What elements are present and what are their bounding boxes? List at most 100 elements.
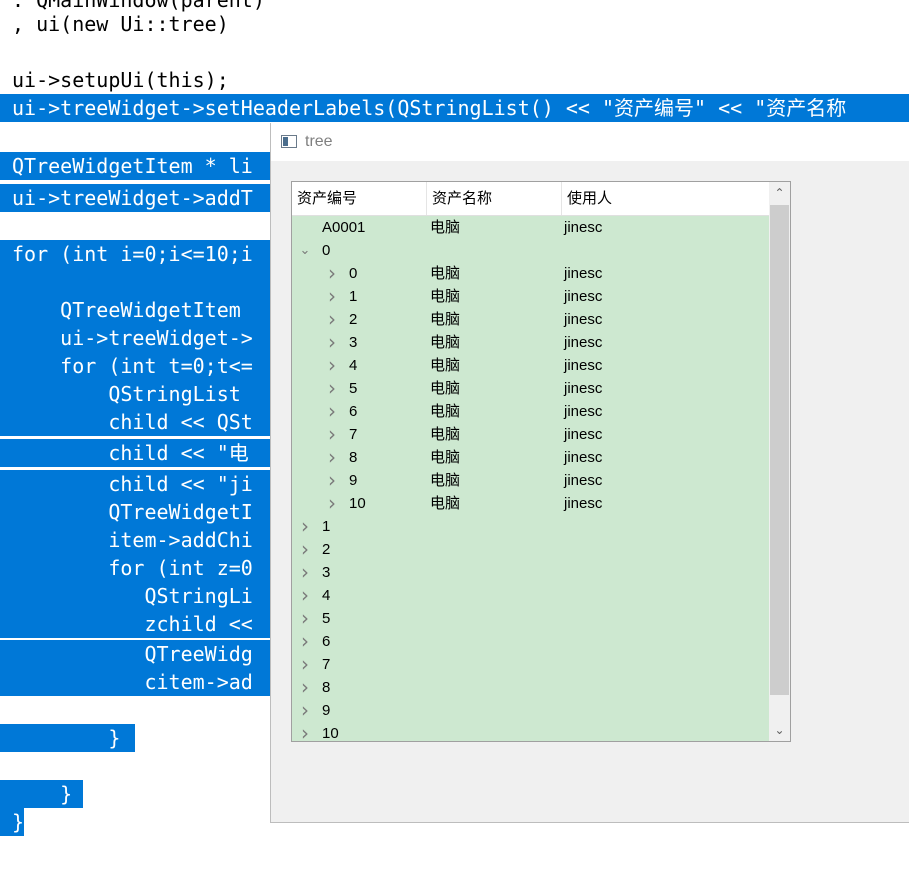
tree-row[interactable]: › 7 [292,653,769,676]
chevron-right-icon[interactable]: › [325,377,339,400]
code-line[interactable]: item->addChi [0,526,270,554]
chevron-right-icon[interactable]: › [298,653,312,676]
chevron-right-icon[interactable]: › [325,354,339,377]
tree-row[interactable]: › 2 [292,538,769,561]
code-line[interactable]: for (int z=0 [0,554,270,582]
chevron-down-icon[interactable]: ⌄ [298,239,312,262]
tree-row[interactable]: › 8 电脑 jinesc [292,446,769,469]
tree-row[interactable]: › 1 [292,515,769,538]
window-title: tree [305,133,333,150]
scroll-down-icon[interactable]: ⌄ [769,719,790,741]
tree-row[interactable]: › 5 电脑 jinesc [292,377,769,400]
cell-asset-id: 1 [349,288,358,305]
chevron-right-icon[interactable]: › [298,676,312,699]
tree-row[interactable]: › 3 电脑 jinesc [292,331,769,354]
chevron-right-icon[interactable]: › [325,262,339,285]
code-line[interactable]: child << "电 [0,439,270,467]
cell-asset-id: 0 [349,265,358,282]
cell-user: jinesc [564,403,603,420]
code-line[interactable]: for (int i=0;i<=10;i [0,240,270,268]
code-line[interactable]: QTreeWidgetItem * li [0,152,270,180]
code-line[interactable]: QTreeWidgetI [0,498,270,526]
chevron-right-icon[interactable]: › [325,469,339,492]
scroll-up-icon[interactable]: ⌃ [769,182,790,204]
code-line[interactable]: } [0,724,135,752]
chevron-right-icon[interactable]: › [298,538,312,561]
code-line[interactable]: zchild << [0,610,270,638]
chevron-right-icon[interactable]: › [325,308,339,331]
code-line[interactable]: ui->setupUi(this); [0,66,229,94]
code-line[interactable]: QStringLi [0,582,270,610]
tree-widget[interactable]: 资产编号 资产名称 使用人 A0001 电脑 jinesc ⌄ 0 › 0 电脑 jinesc ›… [291,181,791,742]
tree-row[interactable]: › 10 [292,722,769,742]
tree-row[interactable]: › 10 电脑 jinesc [292,492,769,515]
code-line[interactable]: child << "ji [0,470,270,498]
chevron-right-icon[interactable]: › [325,446,339,469]
tree-row[interactable]: › 7 电脑 jinesc [292,423,769,446]
cell-user: jinesc [564,311,603,328]
chevron-right-icon[interactable]: › [325,492,339,515]
tree-row[interactable]: › 6 电脑 jinesc [292,400,769,423]
code-line[interactable]: , ui(new Ui::tree) [0,10,229,38]
tree-row[interactable]: › 2 电脑 jinesc [292,308,769,331]
code-line[interactable] [0,122,12,150]
cell-asset-name: 电脑 [430,219,461,236]
tree-window[interactable]: tree 资产编号 资产名称 使用人 A0001 电脑 jinesc ⌄ 0 › 0 电脑 ji… [270,123,909,823]
tree-row[interactable]: A0001 电脑 jinesc [292,216,769,239]
cell-asset-name: 电脑 [430,380,461,397]
app-window-icon [281,135,297,148]
vertical-scrollbar[interactable]: ⌃ ⌄ [769,182,790,741]
tree-row[interactable]: › 4 [292,584,769,607]
chevron-right-icon[interactable]: › [298,515,312,538]
header-asset-name[interactable]: 资产名称 [427,182,562,215]
code-line[interactable]: citem->ad [0,668,270,696]
scrollbar-thumb[interactable] [770,205,789,695]
tree-row[interactable]: › 0 电脑 jinesc [292,262,769,285]
header-user[interactable]: 使用人 [562,182,769,215]
cell-asset-name: 电脑 [430,357,461,374]
cell-asset-id: 5 [349,380,358,397]
code-line[interactable] [0,696,12,724]
code-line[interactable]: child << QSt [0,408,270,436]
cell-user: jinesc [564,265,603,282]
tree-row[interactable]: › 5 [292,607,769,630]
header-asset-id[interactable]: 资产编号 [292,182,427,215]
tree-row[interactable]: › 4 电脑 jinesc [292,354,769,377]
tree-row[interactable]: › 6 [292,630,769,653]
chevron-right-icon[interactable]: › [325,423,339,446]
code-line[interactable]: } [0,808,24,836]
tree-row[interactable]: › 9 [292,699,769,722]
code-line[interactable]: ui->treeWidget->setHeaderLabels(QStringL… [0,94,909,122]
title-bar[interactable]: tree [271,123,909,161]
cell-asset-id: 2 [349,311,358,328]
code-line[interactable] [0,212,12,240]
tree-row[interactable]: › 1 电脑 jinesc [292,285,769,308]
tree-row[interactable]: › 3 [292,561,769,584]
cell-asset-id: 6 [349,403,358,420]
tree-row[interactable]: ⌄ 0 [292,239,769,262]
chevron-right-icon[interactable]: › [325,285,339,308]
chevron-right-icon[interactable]: › [298,607,312,630]
chevron-right-icon[interactable]: › [325,331,339,354]
cell-asset-id: 4 [349,357,358,374]
tree-row[interactable]: › 9 电脑 jinesc [292,469,769,492]
code-line[interactable]: QTreeWidgetItem [0,296,270,324]
tree-row[interactable]: › 8 [292,676,769,699]
code-line[interactable]: } [0,780,83,808]
chevron-right-icon[interactable]: › [298,699,312,722]
code-line[interactable]: for (int t=0;t<= [0,352,270,380]
code-line[interactable]: QStringList [0,380,270,408]
code-line[interactable]: QTreeWidg [0,640,270,668]
chevron-right-icon[interactable]: › [298,630,312,653]
cell-user: jinesc [564,449,603,466]
chevron-right-icon[interactable]: › [325,400,339,423]
chevron-right-icon[interactable]: › [298,722,312,742]
code-line[interactable] [0,38,12,66]
code-line[interactable]: ui->treeWidget-> [0,324,270,352]
chevron-right-icon[interactable]: › [298,561,312,584]
code-line[interactable] [0,268,270,296]
code-line[interactable] [0,752,12,780]
cell-asset-name: 电脑 [430,403,461,420]
code-line[interactable]: ui->treeWidget->addT [0,184,270,212]
chevron-right-icon[interactable]: › [298,584,312,607]
